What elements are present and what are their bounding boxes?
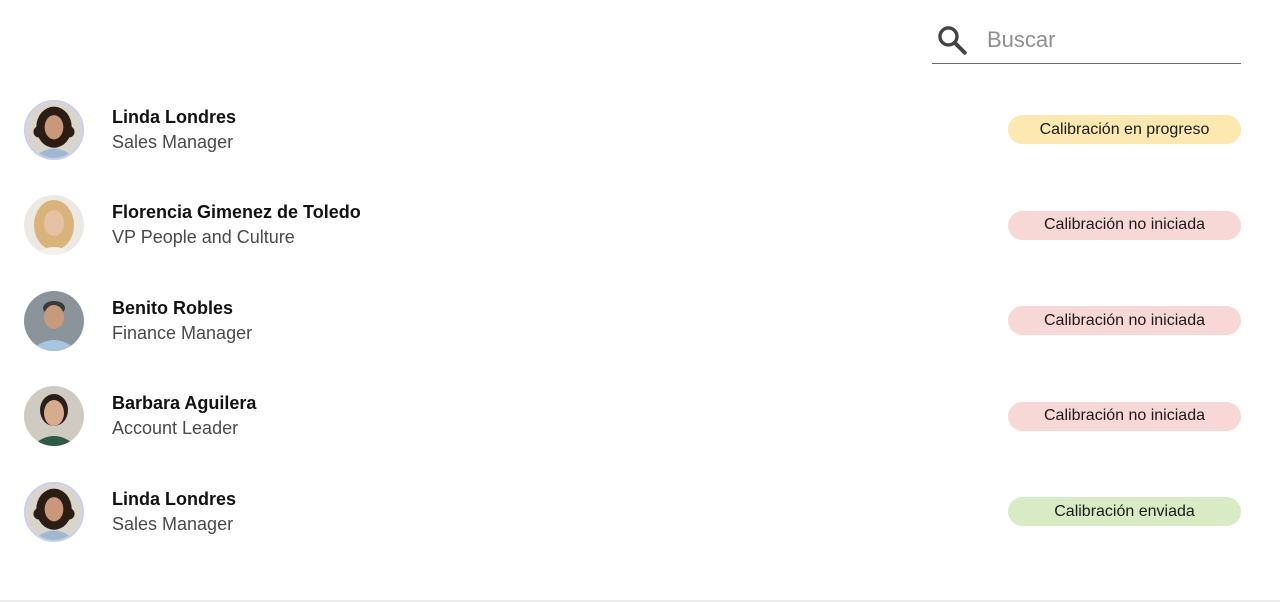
list-item[interactable]: Florencia Gimenez de Toledo VP People an… [0,178,1280,274]
search-bar[interactable] [932,16,1241,64]
person-name: Linda Londres [112,106,237,127]
avatar [24,195,84,256]
person-role: Sales Manager [112,513,234,534]
person-role: VP People and Culture [112,227,295,248]
avatar [24,386,84,447]
person-name: Benito Robles [112,297,234,318]
status-badge: Calibración enviada [1008,497,1241,527]
avatar [24,290,84,351]
people-calibration-page: Linda Londres Sales Manager Calibración … [0,0,1280,602]
status-badge: Calibración en progreso [1008,115,1241,145]
person-name: Barbara Aguilera [112,393,257,414]
person-role: Account Leader [112,418,239,439]
person-name: Florencia Gimenez de Toledo [112,202,361,223]
person-name: Linda Londres [112,488,237,509]
search-input[interactable] [987,26,1227,53]
list-item[interactable]: Barbara Aguilera Account Leader Calibrac… [0,369,1280,465]
list-item[interactable]: Linda Londres Sales Manager Calibración … [0,464,1280,560]
search-icon[interactable] [932,18,972,62]
list-item[interactable]: Linda Londres Sales Manager Calibración … [0,82,1280,178]
people-list: Linda Londres Sales Manager Calibración … [0,82,1280,560]
status-badge: Calibración no iniciada [1008,210,1241,240]
status-badge: Calibración no iniciada [1008,401,1241,431]
list-item[interactable]: Benito Robles Finance Manager Calibració… [0,273,1280,369]
avatar [24,481,84,542]
status-badge: Calibración no iniciada [1008,306,1241,336]
avatar [24,99,84,160]
person-role: Finance Manager [112,322,253,343]
person-role: Sales Manager [112,131,234,152]
